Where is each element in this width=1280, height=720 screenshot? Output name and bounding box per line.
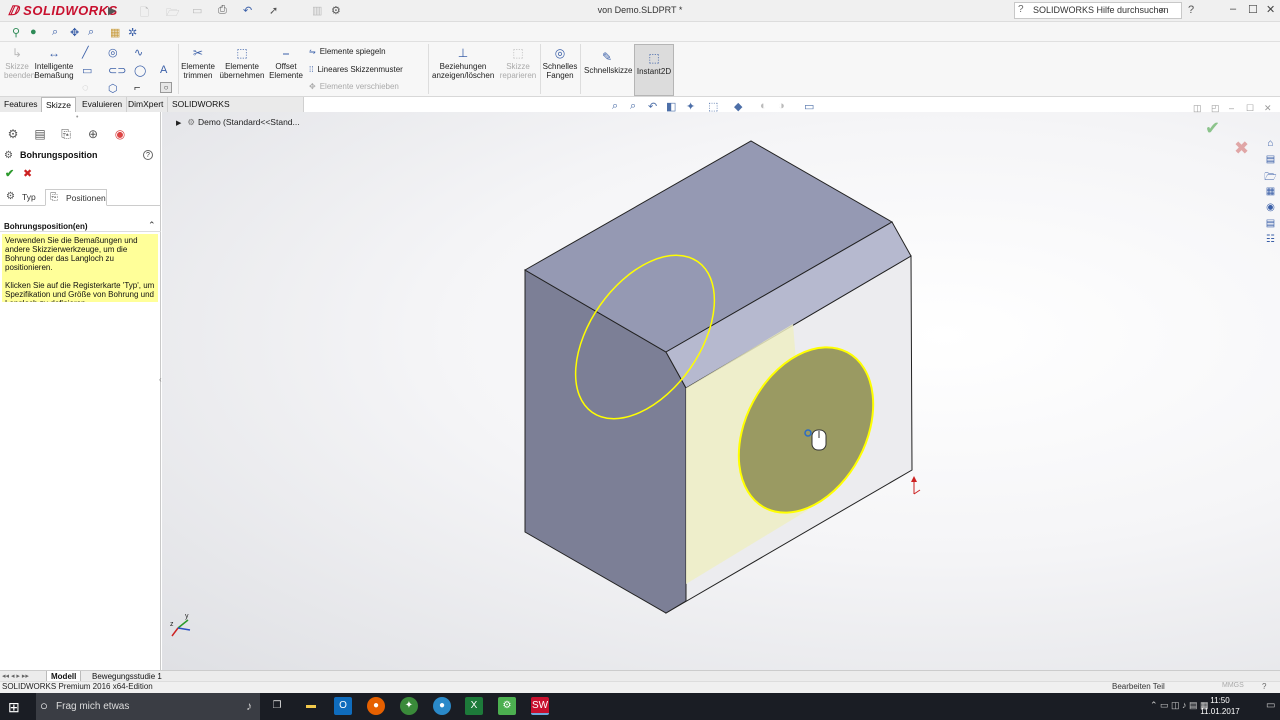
status-mode: Bearbeiten Teil [1112, 682, 1165, 691]
status-edition: SOLIDWORKS Premium 2016 x64-Edition [2, 682, 153, 691]
status-bar [0, 681, 1280, 693]
origin-axis-x [913, 489, 921, 495]
model-canvas[interactable]: z y [0, 0, 1280, 720]
cortana-icon: ○ [40, 698, 48, 713]
origin-arrow [911, 476, 917, 482]
triad-icon: z y [170, 613, 191, 637]
svg-text:z: z [170, 621, 174, 628]
microphone-icon[interactable]: ♪ [246, 699, 252, 713]
firefox-icon[interactable]: ● [367, 697, 385, 715]
file-explorer-icon[interactable]: ▬ [302, 697, 320, 715]
cortana-search-box[interactable]: ○ Frag mich etwas ♪ [36, 693, 260, 720]
solidworks-taskbar-icon[interactable]: SW [531, 697, 549, 715]
app-gear-icon[interactable]: ⚙ [498, 697, 516, 715]
excel-icon[interactable]: X [465, 697, 483, 715]
windows-start-icon[interactable]: ⊞ [8, 699, 20, 716]
notifications-icon[interactable]: ▭ [1266, 700, 1275, 711]
app-green-icon[interactable]: ✦ [400, 697, 418, 715]
outlook-icon[interactable]: O [334, 697, 352, 715]
svg-text:y: y [185, 613, 189, 620]
status-help-icon[interactable]: ? [1262, 682, 1266, 691]
status-units[interactable]: MMGS [1222, 682, 1244, 689]
bottom-tabs: ◂◂ ◂ ▸ ▸▸ Modell Bewegungsstudie 1 [0, 670, 1280, 682]
tab-scroll-icons[interactable]: ◂◂ ◂ ▸ ▸▸ [2, 672, 29, 680]
taskbar-clock[interactable]: 11:50 11.01.2017 [1200, 695, 1240, 717]
app-blue-icon[interactable]: ● [433, 697, 451, 715]
task-view-icon[interactable]: ❐ [268, 697, 286, 715]
